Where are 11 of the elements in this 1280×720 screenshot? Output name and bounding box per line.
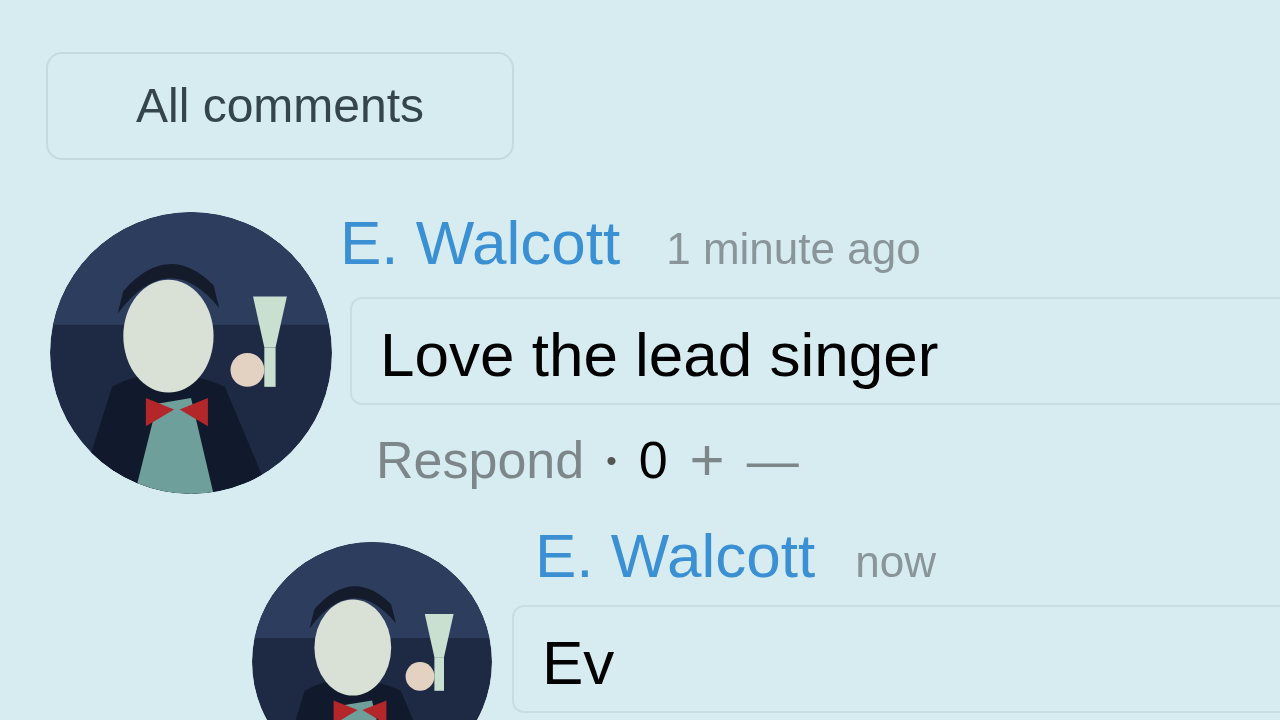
author-name[interactable]: E. Walcott [340,212,621,274]
author-name[interactable]: E. Walcott [535,525,816,587]
downvote-button[interactable]: — [746,434,799,486]
respond-link[interactable]: Respond [376,421,585,499]
separator-dot: • [606,442,617,479]
timestamp: now [855,540,936,584]
all-comments-button[interactable]: All comments [46,52,514,160]
score: 0 [638,430,668,491]
comment-text: Ev [542,632,615,694]
timestamp: 1 minute ago [666,227,921,271]
upvote-button[interactable]: + [689,430,725,490]
